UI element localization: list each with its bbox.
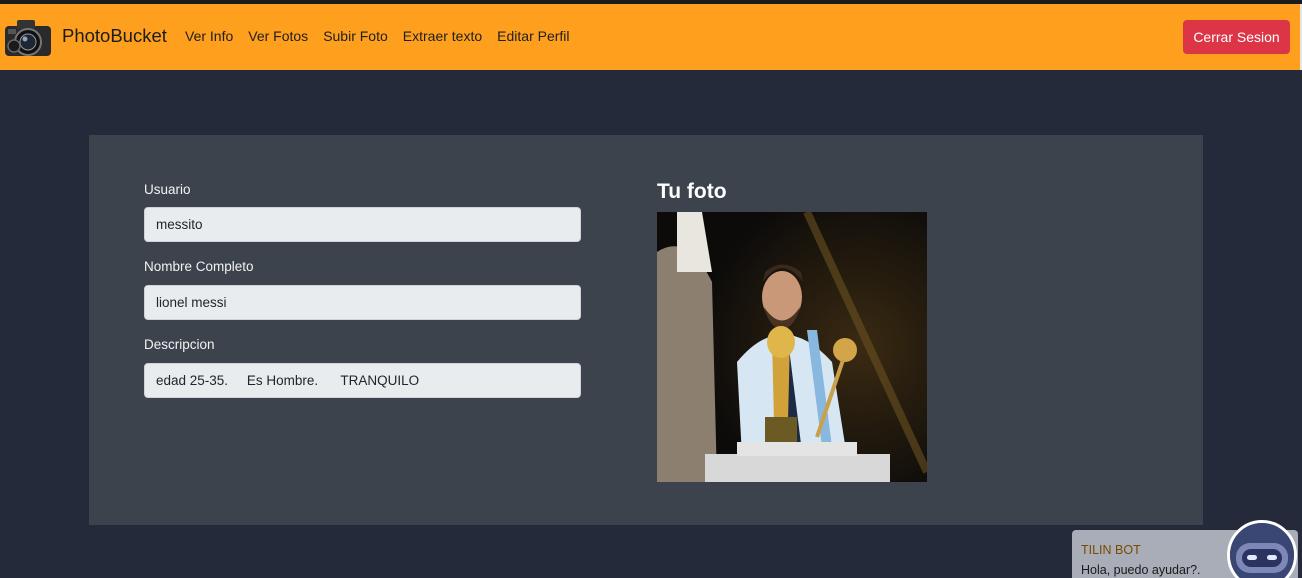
description-field[interactable]: edad 25-35. Es Hombre. TRANQUILO <box>144 363 581 398</box>
user-label: Usuario <box>144 182 191 197</box>
nav-links: Ver Info Ver Fotos Subir Foto Extraer te… <box>185 28 585 44</box>
fullname-label: Nombre Completo <box>144 259 254 274</box>
photo-title: Tu foto <box>657 180 727 203</box>
brand-name[interactable]: PhotoBucket <box>62 25 167 47</box>
nav-link-ver-fotos[interactable]: Ver Fotos <box>248 28 308 44</box>
chatbot-message: Hola, puedo ayudar?. <box>1081 563 1201 577</box>
description-label: Descripcion <box>144 337 215 352</box>
chatbot-avatar-icon[interactable] <box>1227 520 1297 578</box>
nav-link-ver-info[interactable]: Ver Info <box>185 28 233 44</box>
profile-photo <box>657 212 927 482</box>
navbar: PhotoBucket Ver Info Ver Fotos Subir Fot… <box>0 4 1302 70</box>
user-field[interactable]: messito <box>144 207 581 242</box>
logout-button[interactable]: Cerrar Sesion <box>1183 20 1290 54</box>
profile-card: Usuario messito Nombre Completo lionel m… <box>89 135 1203 525</box>
fullname-field[interactable]: lionel messi <box>144 285 581 320</box>
chatbot-name: TILIN BOT <box>1081 543 1141 557</box>
nav-link-editar-perfil[interactable]: Editar Perfil <box>497 28 569 44</box>
camera-logo-icon[interactable] <box>3 12 53 62</box>
nav-link-subir-foto[interactable]: Subir Foto <box>323 28 388 44</box>
nav-link-extraer-texto[interactable]: Extraer texto <box>403 28 482 44</box>
